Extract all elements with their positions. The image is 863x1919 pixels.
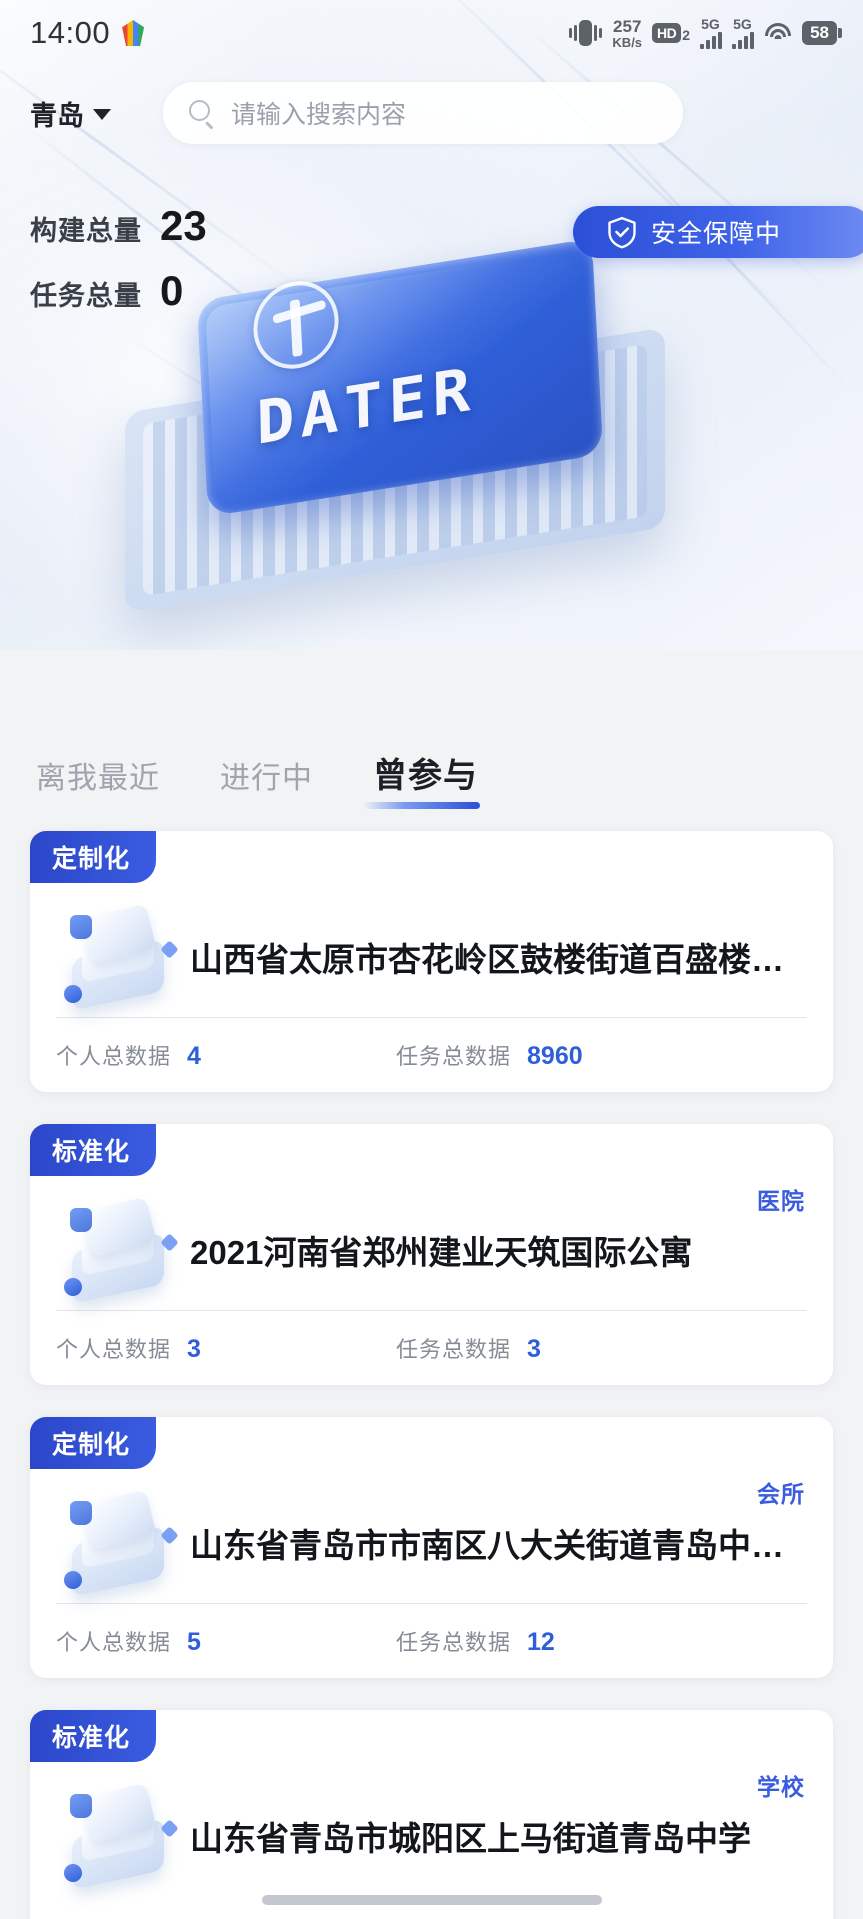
- project-card-list: 定制化 山西省太原市杏花岭区鼓楼街道百盛楼… 个人总数据 4 任务总数据 896…: [0, 809, 863, 1919]
- stat-label-task-total: 任务总量: [30, 281, 142, 311]
- card-type-badge: 标准化: [30, 1710, 157, 1762]
- security-status-label: 安全保障中: [651, 220, 782, 248]
- sim2-generation-label: 5G: [733, 16, 752, 32]
- card-personal-total-value: 5: [187, 1628, 201, 1656]
- card-title: 山西省太原市杏花岭区鼓楼街道百盛楼…: [190, 941, 784, 978]
- card-category-tag: 会所: [757, 1481, 805, 1507]
- search-placeholder: 请输入搜索内容: [231, 101, 407, 129]
- card-task-total-value: 12: [527, 1628, 555, 1656]
- status-time: 14:00: [30, 15, 111, 50]
- device-platform-icon: [56, 897, 182, 1017]
- hd-voice-icon: HD 2: [652, 23, 690, 43]
- security-status-pill[interactable]: 安全保障中: [573, 206, 863, 258]
- search-input[interactable]: 请输入搜索内容: [163, 82, 683, 144]
- multicolor-app-icon: [122, 20, 145, 46]
- card-task-total: 任务总数据 12: [396, 1625, 555, 1657]
- stat-row-build-total: 构建总量 23: [30, 205, 207, 248]
- card-personal-total: 个人总数据 5: [56, 1625, 396, 1657]
- hero-banner: 14:00 257 KB/s HD 2 5G 5G 58 青岛 请输入搜索内容 …: [0, 0, 863, 650]
- tab-nearest[interactable]: 离我最近: [36, 753, 160, 809]
- card-stats-row: 个人总数据 3 任务总数据 3: [56, 1311, 807, 1385]
- battery-indicator: 58: [802, 21, 837, 45]
- card-personal-total-label: 个人总数据: [56, 1044, 172, 1069]
- tab-active-underline: [363, 802, 480, 809]
- stat-value-task-total: 0: [160, 267, 184, 314]
- card-task-total-label: 任务总数据: [396, 1337, 512, 1362]
- stat-row-task-total: 任务总量 0: [30, 270, 207, 313]
- project-card[interactable]: 定制化 会所 山东省青岛市市南区八大关街道青岛中… 个人总数据 5 任务总数据 …: [30, 1417, 833, 1678]
- card-task-total-value: 8960: [527, 1042, 583, 1070]
- stat-value-build-total: 23: [160, 202, 207, 249]
- device-platform-icon: [56, 1776, 182, 1896]
- chevron-down-icon: [93, 109, 111, 120]
- card-task-total: 任务总数据 3: [396, 1332, 541, 1364]
- tab-in-progress-label: 进行中: [220, 762, 313, 795]
- card-personal-total-value: 3: [187, 1335, 201, 1363]
- card-title: 山东省青岛市市南区八大关街道青岛中…: [190, 1527, 784, 1564]
- status-bar-right: 257 KB/s HD 2 5G 5G 58: [569, 17, 837, 49]
- network-speed-unit: KB/s: [612, 34, 643, 50]
- card-main-row: 2021河南省郑州建业天筑国际公寓: [56, 1124, 807, 1310]
- status-bar-left: 14:00: [30, 15, 145, 51]
- card-main-row: 山东省青岛市市南区八大关街道青岛中…: [56, 1417, 807, 1603]
- sim1-generation-label: 5G: [701, 16, 720, 32]
- card-task-total-value: 3: [527, 1335, 541, 1363]
- search-icon: [189, 100, 215, 129]
- card-type-badge: 定制化: [30, 831, 157, 883]
- status-bar: 14:00 257 KB/s HD 2 5G 5G 58: [0, 0, 863, 66]
- tab-bar: 离我最近 进行中 曾参与: [0, 650, 863, 809]
- tab-in-progress[interactable]: 进行中: [220, 753, 313, 809]
- card-main-row: 山西省太原市杏花岭区鼓楼街道百盛楼…: [56, 831, 807, 1017]
- project-card[interactable]: 定制化 山西省太原市杏花岭区鼓楼街道百盛楼… 个人总数据 4 任务总数据 896…: [30, 831, 833, 1092]
- network-speed-indicator: 257 KB/s: [612, 18, 642, 49]
- content-area: 离我最近 进行中 曾参与 定制化 山西省太原市杏花岭区鼓楼街道百盛楼… 个人总数…: [0, 650, 863, 1919]
- hd-label: HD: [652, 23, 682, 43]
- header-search-row: 青岛 请输入搜索内容: [0, 78, 863, 148]
- project-card[interactable]: 标准化 医院 2021河南省郑州建业天筑国际公寓 个人总数据 3 任务总数据 3: [30, 1124, 833, 1385]
- wifi-icon: [764, 22, 792, 44]
- shield-check-icon: [607, 216, 637, 249]
- location-label: 青岛: [30, 100, 84, 131]
- app-screen: 14:00 257 KB/s HD 2 5G 5G 58 青岛 请输入搜索内容 …: [0, 0, 863, 1919]
- card-personal-total-label: 个人总数据: [56, 1337, 172, 1362]
- card-type-badge: 标准化: [30, 1124, 157, 1176]
- stat-label-build-total: 构建总量: [30, 216, 142, 246]
- card-task-total-label: 任务总数据: [396, 1044, 512, 1069]
- card-stats-row: 个人总数据 4 任务总数据 8960: [56, 1018, 807, 1092]
- card-task-total-label: 任务总数据: [396, 1630, 512, 1655]
- signal-sim1-icon: 5G: [700, 16, 723, 49]
- card-title: 山东省青岛市城阳区上马街道青岛中学: [190, 1820, 751, 1857]
- card-category-tag: 学校: [757, 1774, 805, 1800]
- tab-participated[interactable]: 曾参与: [363, 748, 480, 809]
- device-platform-icon: [56, 1190, 182, 1310]
- network-speed-value: 257: [613, 16, 642, 36]
- card-personal-total: 个人总数据 4: [56, 1039, 396, 1071]
- card-category-tag: 医院: [757, 1188, 805, 1214]
- device-platform-icon: [56, 1483, 182, 1603]
- location-selector[interactable]: 青岛: [30, 94, 111, 133]
- card-stats-row: 个人总数据 5 任务总数据 12: [56, 1604, 807, 1678]
- hero-stats: 构建总量 23 任务总量 0: [30, 205, 207, 335]
- tab-nearest-label: 离我最近: [36, 762, 160, 795]
- card-title: 2021河南省郑州建业天筑国际公寓: [190, 1234, 693, 1271]
- project-card[interactable]: 标准化 学校 山东省青岛市城阳区上马街道青岛中学: [30, 1710, 833, 1919]
- card-main-row: 山东省青岛市城阳区上马街道青岛中学: [56, 1710, 807, 1896]
- home-indicator[interactable]: [261, 1895, 602, 1905]
- card-task-total: 任务总数据 8960: [396, 1039, 583, 1071]
- card-personal-total-label: 个人总数据: [56, 1630, 172, 1655]
- card-type-badge: 定制化: [30, 1417, 157, 1469]
- signal-sim2-icon: 5G: [732, 16, 755, 49]
- card-personal-total: 个人总数据 3: [56, 1332, 396, 1364]
- tab-participated-label: 曾参与: [373, 757, 478, 795]
- hd-sim-index: 2: [682, 27, 691, 43]
- card-personal-total-value: 4: [187, 1042, 201, 1070]
- vibrate-icon: [569, 20, 603, 46]
